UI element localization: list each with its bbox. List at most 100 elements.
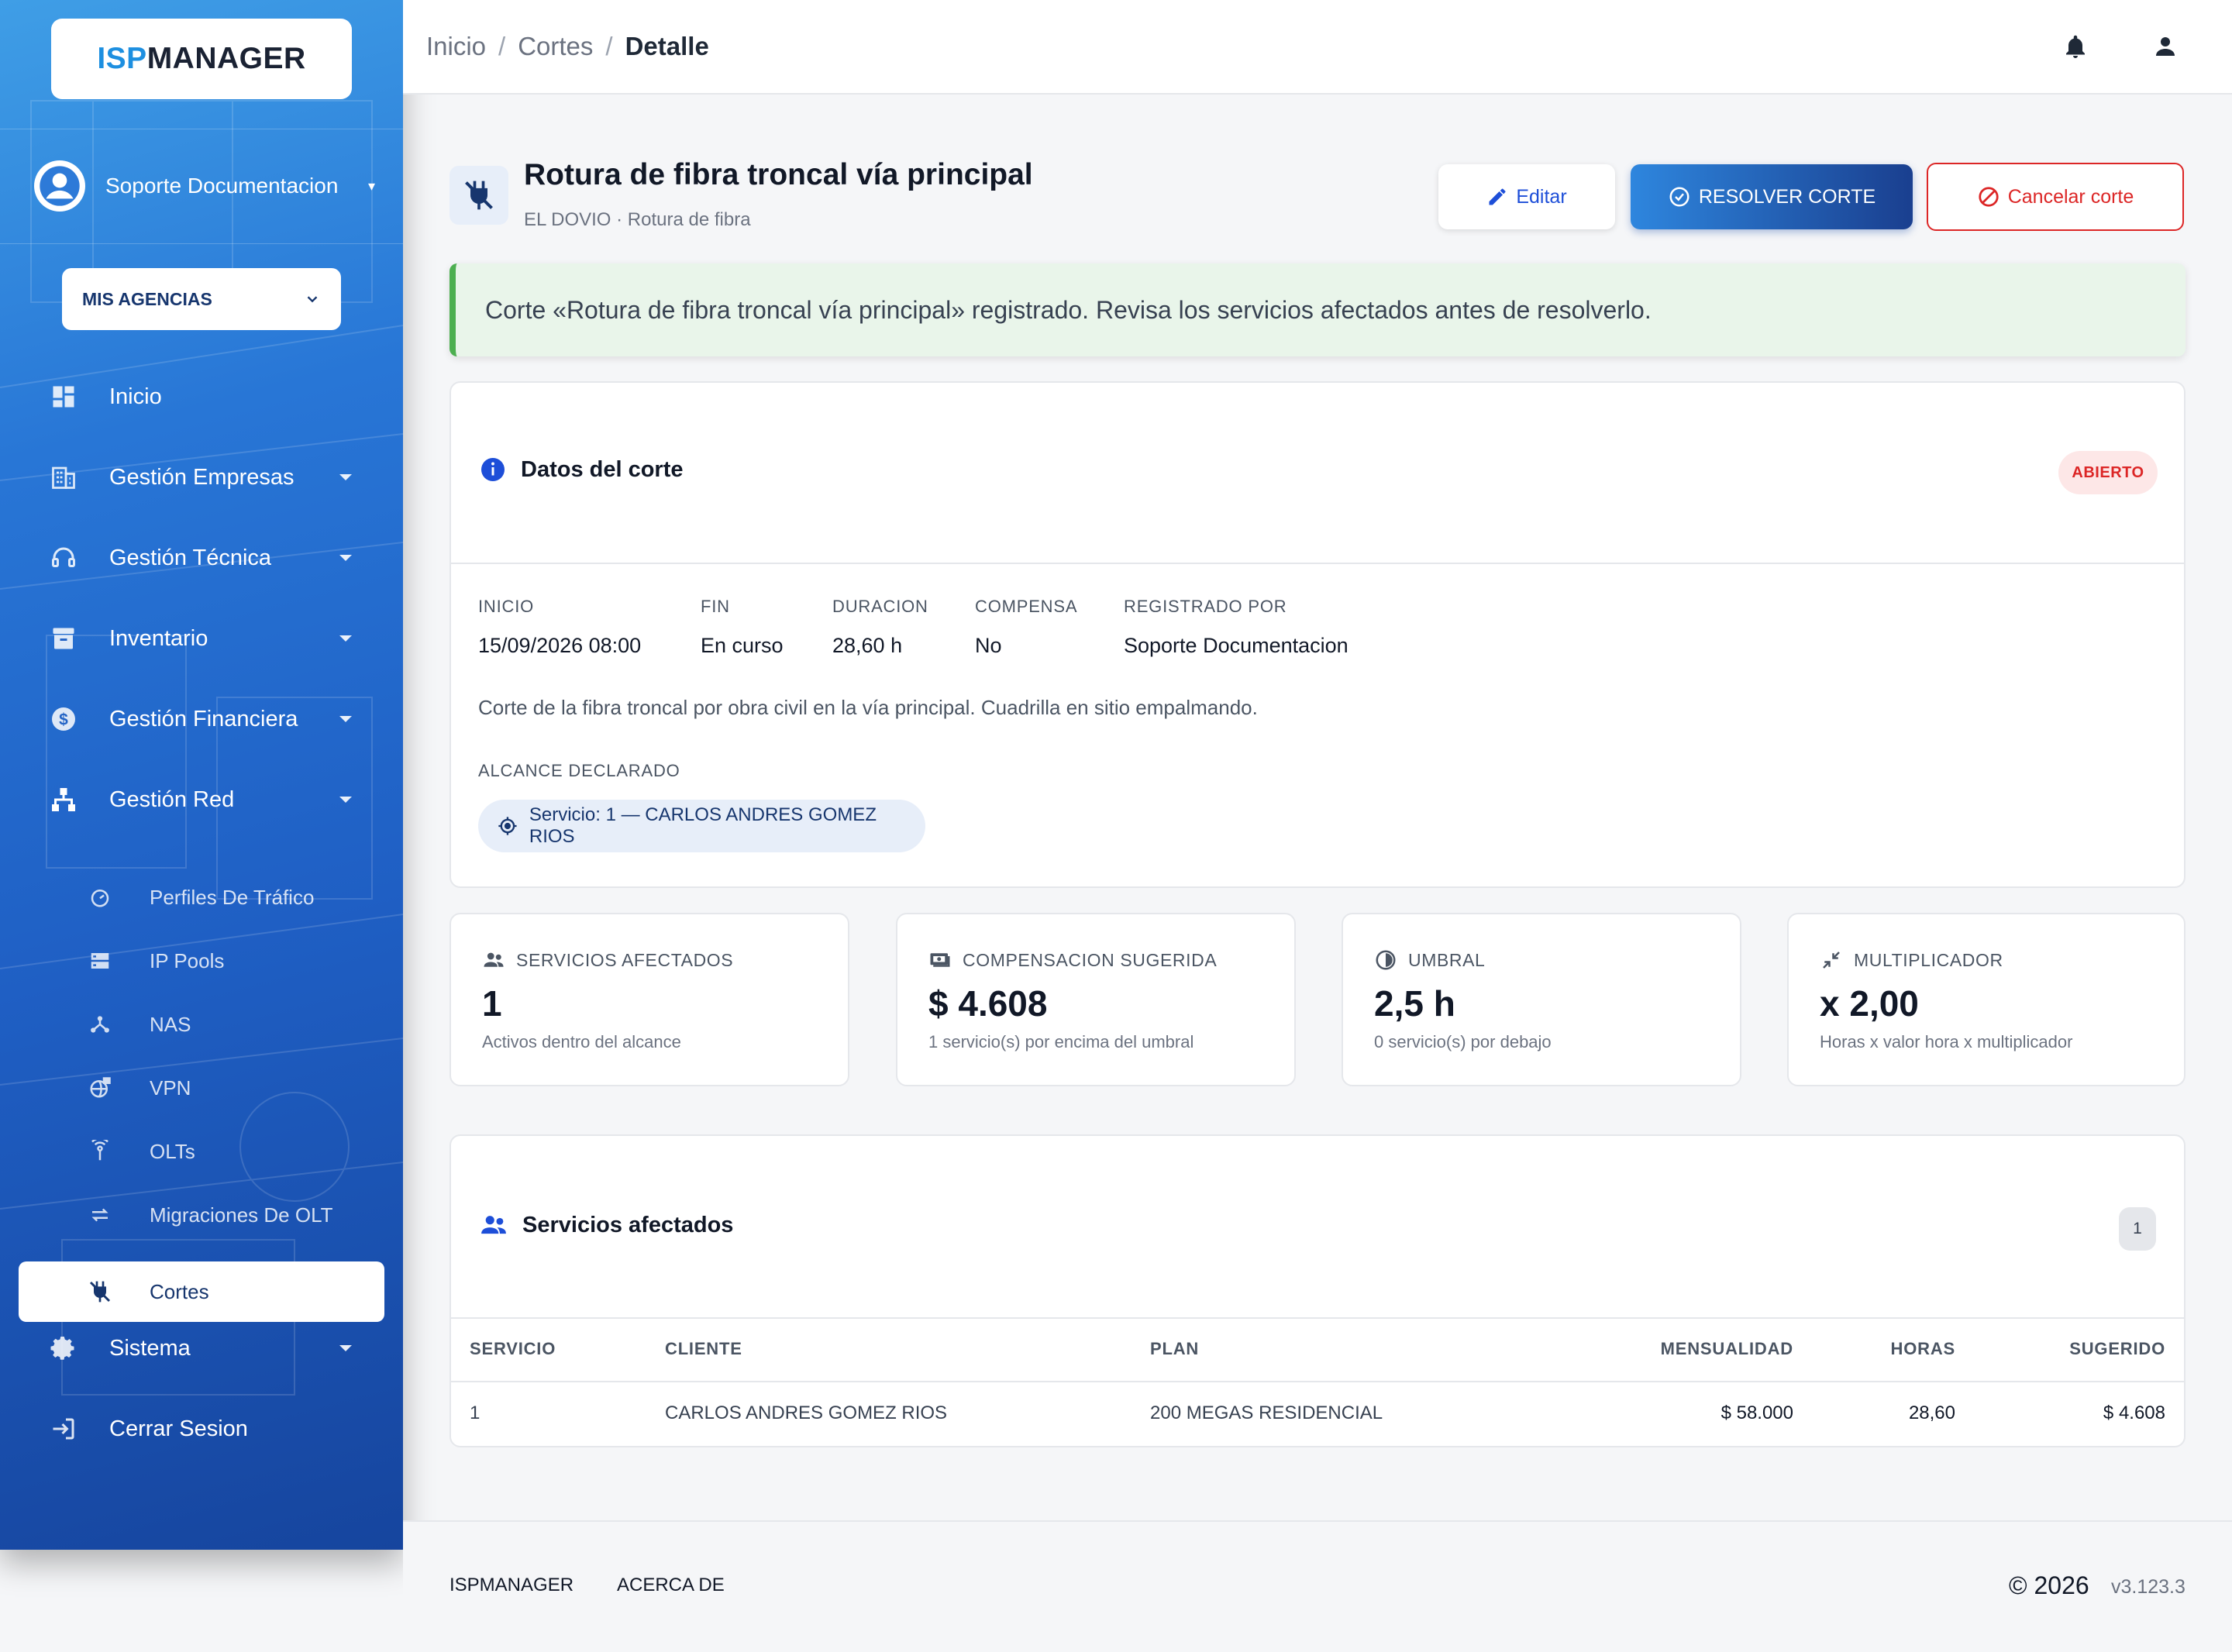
stat-card-umbral: UMBRAL 2,5 h 0 servicio(s) por debajo: [1342, 913, 1741, 1086]
cell-servicio: 1: [470, 1402, 480, 1423]
stat-value: 1: [482, 983, 502, 1024]
edit-button-label: Editar: [1516, 185, 1567, 208]
user-name: Soporte Documentacion: [105, 174, 339, 198]
stat-label: UMBRAL: [1408, 949, 1486, 970]
subnav-item-cortes[interactable]: Cortes: [19, 1261, 384, 1322]
scope-chip[interactable]: Servicio: 1 — CARLOS ANDRES GOMEZ RIOS: [478, 800, 925, 852]
antenna-icon: [87, 1138, 113, 1165]
caret-down-icon: [339, 474, 352, 480]
stat-label: MULTIPLICADOR: [1854, 949, 2003, 970]
stat-label: COMPENSACION SUGERIDA: [963, 949, 1218, 970]
stat-card-compensacion-sugerida: COMPENSACION SUGERIDA $ 4.608 1 servicio…: [896, 913, 1296, 1086]
nav-label: Gestión Red: [109, 786, 235, 812]
cash-icon: [930, 953, 950, 967]
field-label-compensa: COMPENSA: [975, 597, 1078, 616]
footer-link-acerca-de[interactable]: ACERCA DE: [617, 1575, 725, 1596]
nav-label: Inventario: [109, 625, 208, 651]
nav-label: Gestión Empresas: [109, 464, 294, 490]
chevron-down-icon: [307, 296, 318, 303]
edit-button[interactable]: Editar: [1438, 164, 1615, 229]
column-header-mensualidad[interactable]: MENSUALIDAD: [1661, 1339, 1793, 1359]
subnav-label: NAS: [150, 1012, 191, 1036]
user-avatar-icon: [34, 160, 85, 212]
scope-label: ALCANCE DECLARADO: [478, 761, 680, 780]
status-badge: ABIERTO: [2058, 451, 2158, 494]
people-icon: [484, 952, 504, 967]
field-value-compensa: No: [975, 634, 1002, 657]
breadcrumb-current: Detalle: [625, 32, 709, 60]
caret-down-icon: [339, 555, 352, 561]
sidebar: ISP MANAGER Soporte Documentacion ▾ MIS A…: [0, 0, 403, 1550]
stat-hint: Activos dentro del alcance: [482, 1032, 681, 1051]
topbar: Inicio / Cortes / Detalle: [403, 0, 2232, 95]
check-circle-icon: [1669, 187, 1690, 207]
network-icon: [48, 784, 79, 815]
swap-icon: [87, 1202, 113, 1228]
affected-count-badge: 1: [2119, 1207, 2156, 1251]
table-divider: [451, 1317, 2184, 1319]
subnav-label: Migraciones De OLT: [150, 1203, 333, 1227]
subnav-label: OLTs: [150, 1139, 195, 1163]
stat-hint: 0 servicio(s) por debajo: [1374, 1032, 1552, 1051]
cell-plan: 200 MEGAS RESIDENCIAL: [1150, 1402, 1383, 1423]
stat-value: 2,5 h: [1374, 983, 1455, 1024]
column-header-cliente[interactable]: CLIENTE: [665, 1339, 742, 1359]
block-icon: [1979, 187, 1999, 207]
nav-label: Gestión Técnica: [109, 545, 272, 570]
svg-text:$: $: [59, 711, 68, 729]
stat-card-multiplicador: MULTIPLICADOR x 2,00 Horas x valor hora …: [1787, 913, 2186, 1086]
info-icon: [481, 458, 505, 481]
cancel-outage-button[interactable]: Cancelar corte: [1927, 163, 2184, 231]
archive-icon: [48, 623, 79, 654]
power-off-icon: [450, 166, 508, 225]
nav-label: Inicio: [109, 384, 162, 409]
nav-label: Gestión Financiera: [109, 706, 298, 731]
threshold-icon: [1376, 950, 1396, 970]
pencil-icon: [1489, 188, 1506, 205]
breadcrumb-link-inicio[interactable]: Inicio: [426, 32, 486, 60]
notifications-bell-icon[interactable]: [2058, 29, 2092, 64]
field-value-registrado-por: Soporte Documentacion: [1124, 634, 1348, 657]
building-icon: [48, 462, 79, 493]
page-subtitle: EL DOVIO · Rotura de fibra: [524, 209, 751, 230]
success-alert: Corte «Rotura de fibra troncal vía princ…: [450, 263, 2186, 356]
cell-mensualidad: $ 58.000: [1720, 1402, 1793, 1423]
column-header-servicio[interactable]: SERVICIO: [470, 1339, 556, 1359]
subnav-label: VPN: [150, 1076, 191, 1100]
footer-link-ispmanager[interactable]: ISPMANAGER: [450, 1575, 574, 1596]
column-header-plan[interactable]: PLAN: [1150, 1339, 1199, 1359]
affected-services-title: Servicios afectados: [479, 1210, 733, 1240]
stat-value: $ 4.608: [928, 983, 1048, 1024]
agency-select-label: MIS AGENCIAS: [82, 288, 212, 309]
logout-icon: [48, 1413, 79, 1444]
hub-icon: [87, 1011, 113, 1038]
column-header-sugerido[interactable]: SUGERIDO: [2069, 1339, 2165, 1359]
field-value-duracion: 28,60 h: [832, 634, 903, 657]
field-label-inicio: INICIO: [478, 597, 535, 616]
account-icon[interactable]: [2148, 29, 2182, 64]
subnav-label: Perfiles De Tráfico: [150, 885, 315, 909]
caret-down-icon: ▾: [367, 177, 375, 194]
affected-services-card: [450, 1134, 2186, 1447]
subnav-label: Cortes: [150, 1279, 209, 1303]
user-menu[interactable]: Soporte Documentacion ▾: [34, 158, 375, 214]
speedometer-icon: [87, 884, 113, 910]
breadcrumb: Inicio / Cortes / Detalle: [426, 32, 709, 61]
people-icon: [481, 1216, 506, 1234]
breadcrumb-link-cortes[interactable]: Cortes: [518, 32, 593, 60]
stat-hint: 1 servicio(s) por encima del umbral: [928, 1032, 1194, 1051]
field-label-duracion: DURACION: [832, 597, 928, 616]
caret-down-icon: [339, 1345, 352, 1351]
resolve-outage-button[interactable]: RESOLVER CORTE: [1631, 164, 1913, 229]
agency-select[interactable]: MIS AGENCIAS: [62, 268, 341, 330]
caret-down-icon: [339, 716, 352, 722]
stat-value: x 2,00: [1820, 983, 1919, 1024]
dashboard-icon: [48, 381, 79, 412]
caret-down-icon: [339, 797, 352, 803]
field-value-fin: En curso: [701, 634, 784, 657]
column-header-horas[interactable]: HORAS: [1891, 1339, 1955, 1359]
compress-icon: [1823, 952, 1840, 969]
logo-text-manager: MANAGER: [146, 42, 306, 75]
app-logo[interactable]: ISP MANAGER: [51, 19, 352, 99]
cell-horas: 28,60: [1908, 1402, 1955, 1423]
